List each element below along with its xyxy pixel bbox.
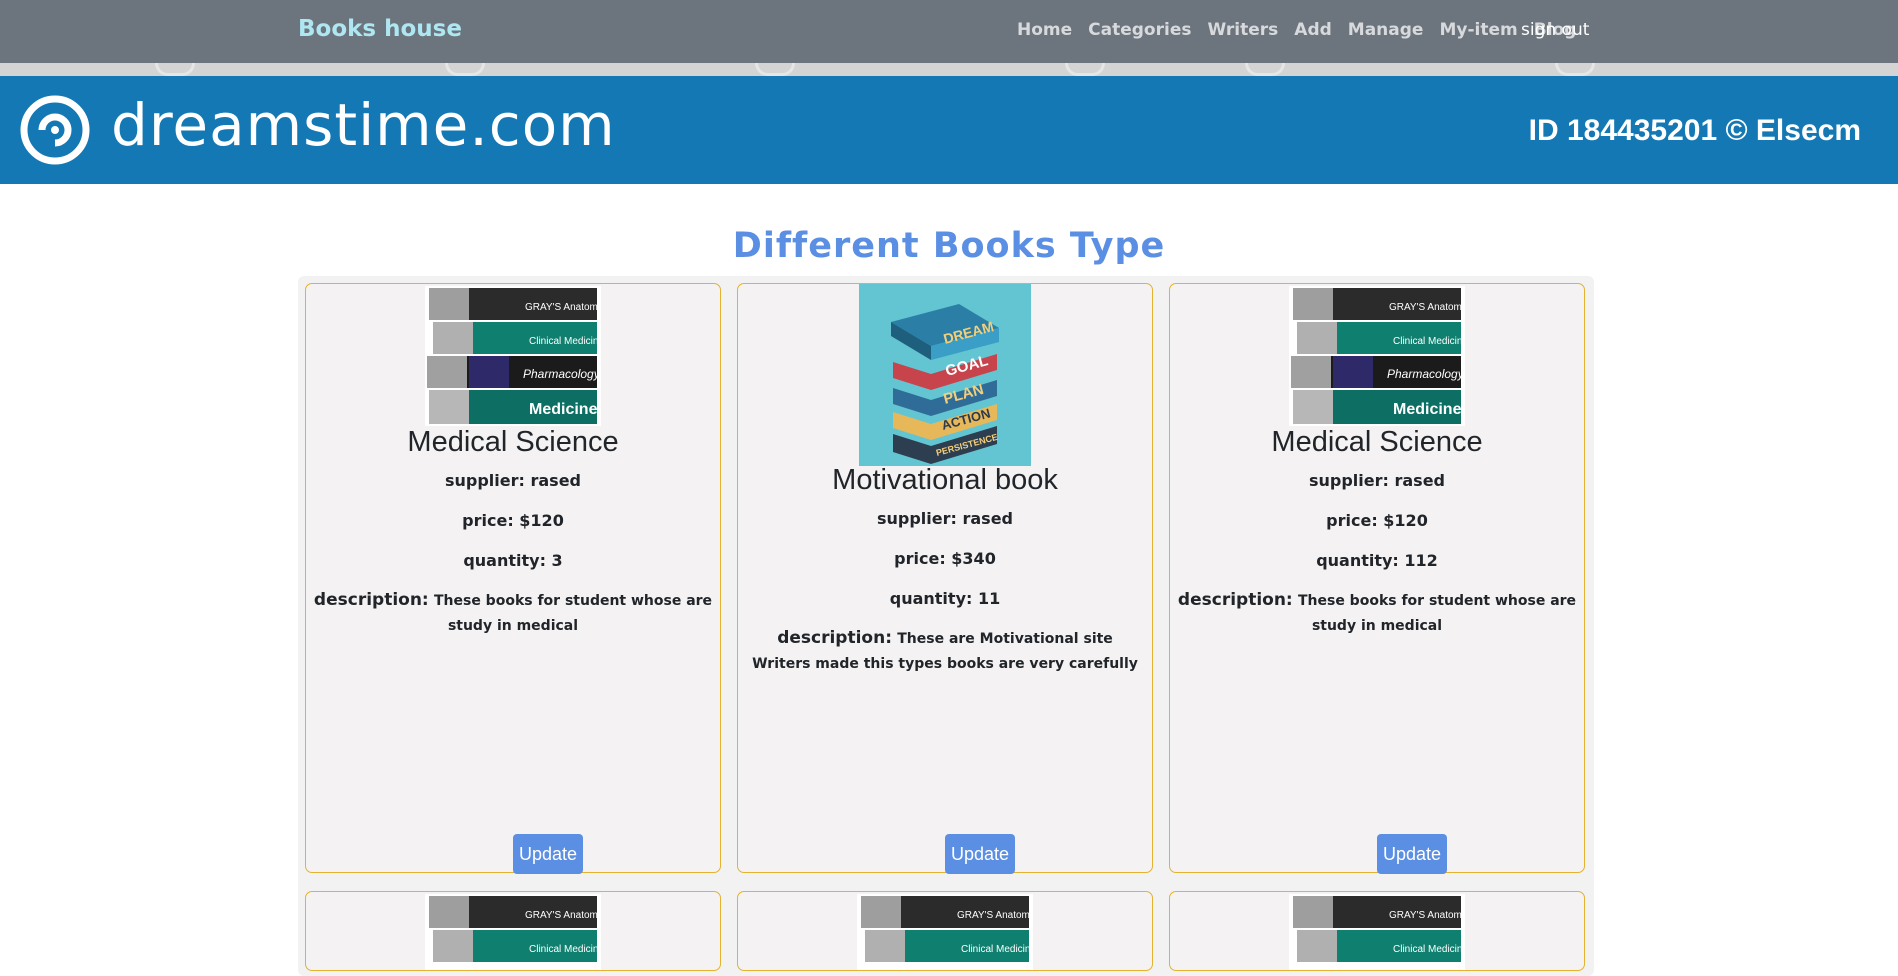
book-quantity: quantity: 3 bbox=[463, 551, 563, 570]
book-cover-label: Clinical Medicine bbox=[529, 336, 601, 347]
motivational-books-image: DREAM GOAL PLAN ACTION PERSISTENCE bbox=[859, 284, 1031, 466]
book-title: Motivational book bbox=[832, 464, 1058, 496]
medical-books-image: GRAY'S Anatomy Clinical Medicine bbox=[857, 894, 1033, 970]
book-card: DREAM GOAL PLAN ACTION PERSISTENCE Motiv… bbox=[737, 283, 1153, 874]
book-card: GRAY'S Anatomy Clinical Medicine Pharmac… bbox=[305, 283, 721, 874]
book-price: price: $120 bbox=[462, 511, 564, 530]
book-title: Medical Science bbox=[1271, 426, 1483, 458]
book-price: price: $120 bbox=[1326, 511, 1428, 530]
swirl-decoration bbox=[1245, 63, 1285, 76]
navbar: Books house Home Categories Writers Add … bbox=[0, 0, 1898, 63]
book-quantity: quantity: 11 bbox=[889, 589, 1001, 608]
sign-out-link[interactable]: sign out bbox=[1521, 20, 1589, 40]
book-cover-label: Clinical Medicine bbox=[1393, 944, 1465, 955]
banner-site-name: dreamstime.com bbox=[111, 91, 616, 159]
book-card: GRAY'S Anatomy Clinical Medicine Pharmac… bbox=[1169, 283, 1585, 874]
book-cover-label: Medicine bbox=[529, 401, 598, 418]
book-supplier: supplier: rased bbox=[444, 471, 581, 490]
nav-link-add[interactable]: Add bbox=[1294, 20, 1332, 44]
nav-link-my-item[interactable]: My-item bbox=[1439, 20, 1517, 44]
update-button[interactable]: Update bbox=[1377, 834, 1447, 874]
banner-pattern-strip bbox=[0, 63, 1898, 76]
medical-books-image: GRAY'S Anatomy Clinical Medicine Pharmac… bbox=[1289, 286, 1465, 426]
book-cover-label: GRAY'S Anatomy bbox=[957, 910, 1033, 921]
medical-books-image: GRAY'S Anatomy Clinical Medicine bbox=[1289, 894, 1465, 970]
nav-link-writers[interactable]: Writers bbox=[1207, 20, 1278, 44]
book-card: GRAY'S Anatomy Clinical Medicine bbox=[737, 891, 1153, 971]
update-button[interactable]: Update bbox=[945, 834, 1015, 874]
banner-image-id: ID 184435201 © Elsecm bbox=[1528, 114, 1861, 147]
description-label: description: bbox=[313, 590, 429, 610]
book-cover-label: GRAY'S Anatomy bbox=[525, 910, 601, 921]
swirl-decoration bbox=[1065, 63, 1105, 76]
description-label: description: bbox=[1177, 590, 1293, 610]
book-card: GRAY'S Anatomy Clinical Medicine bbox=[1169, 891, 1585, 971]
swirl-decoration bbox=[755, 63, 795, 76]
dreamstime-swirl-icon bbox=[20, 95, 90, 165]
description-text: These books for student whose are study … bbox=[433, 593, 713, 634]
book-cover-label: Medicine bbox=[1393, 401, 1462, 418]
book-description: description: These books for student who… bbox=[1174, 588, 1580, 638]
description-text: These books for student whose are study … bbox=[1297, 593, 1577, 634]
section-title: Different Books Type bbox=[732, 226, 1166, 266]
books-grid: GRAY'S Anatomy Clinical Medicine Pharmac… bbox=[298, 276, 1594, 976]
book-cover-label: Clinical Medicine bbox=[961, 944, 1033, 955]
medical-books-image: GRAY'S Anatomy Clinical Medicine Pharmac… bbox=[425, 286, 601, 426]
book-supplier: supplier: rased bbox=[1308, 471, 1445, 490]
book-cover-label: GRAY'S Anatomy bbox=[1389, 910, 1465, 921]
book-description: description: These books for student who… bbox=[310, 588, 716, 638]
medical-books-image: GRAY'S Anatomy Clinical Medicine bbox=[425, 894, 601, 970]
nav-link-home[interactable]: Home bbox=[1017, 20, 1072, 44]
book-cover-label: GRAY'S Anatomy bbox=[525, 302, 601, 313]
book-cover-label: GRAY'S Anatomy bbox=[1389, 302, 1465, 313]
book-cover-label: Pharmacology bbox=[1387, 367, 1465, 381]
hero-banner: dreamstime.com ID 184435201 © Elsecm bbox=[0, 76, 1898, 184]
description-label: description: bbox=[777, 628, 892, 648]
book-quantity: quantity: 112 bbox=[1316, 551, 1438, 570]
nav-link-categories[interactable]: Categories bbox=[1088, 20, 1191, 44]
book-title: Medical Science bbox=[407, 426, 619, 458]
swirl-decoration bbox=[1555, 63, 1595, 76]
book-supplier: supplier: rased bbox=[876, 509, 1013, 528]
brand-logo[interactable]: Books house bbox=[298, 16, 462, 42]
swirl-decoration bbox=[445, 63, 485, 76]
book-cover-label: Clinical Medicine bbox=[1393, 336, 1465, 347]
update-button[interactable]: Update bbox=[513, 834, 583, 874]
swirl-decoration bbox=[155, 63, 195, 76]
book-cover-label: Clinical Medicine bbox=[529, 944, 601, 955]
nav-links: Home Categories Writers Add Manage My-it… bbox=[1017, 20, 1576, 44]
nav-link-manage[interactable]: Manage bbox=[1348, 20, 1424, 44]
book-card: GRAY'S Anatomy Clinical Medicine bbox=[305, 891, 721, 971]
book-cover-label: Pharmacology bbox=[523, 367, 601, 381]
book-description: description: These are Motivational site… bbox=[750, 626, 1140, 676]
book-price: price: $340 bbox=[894, 549, 996, 568]
